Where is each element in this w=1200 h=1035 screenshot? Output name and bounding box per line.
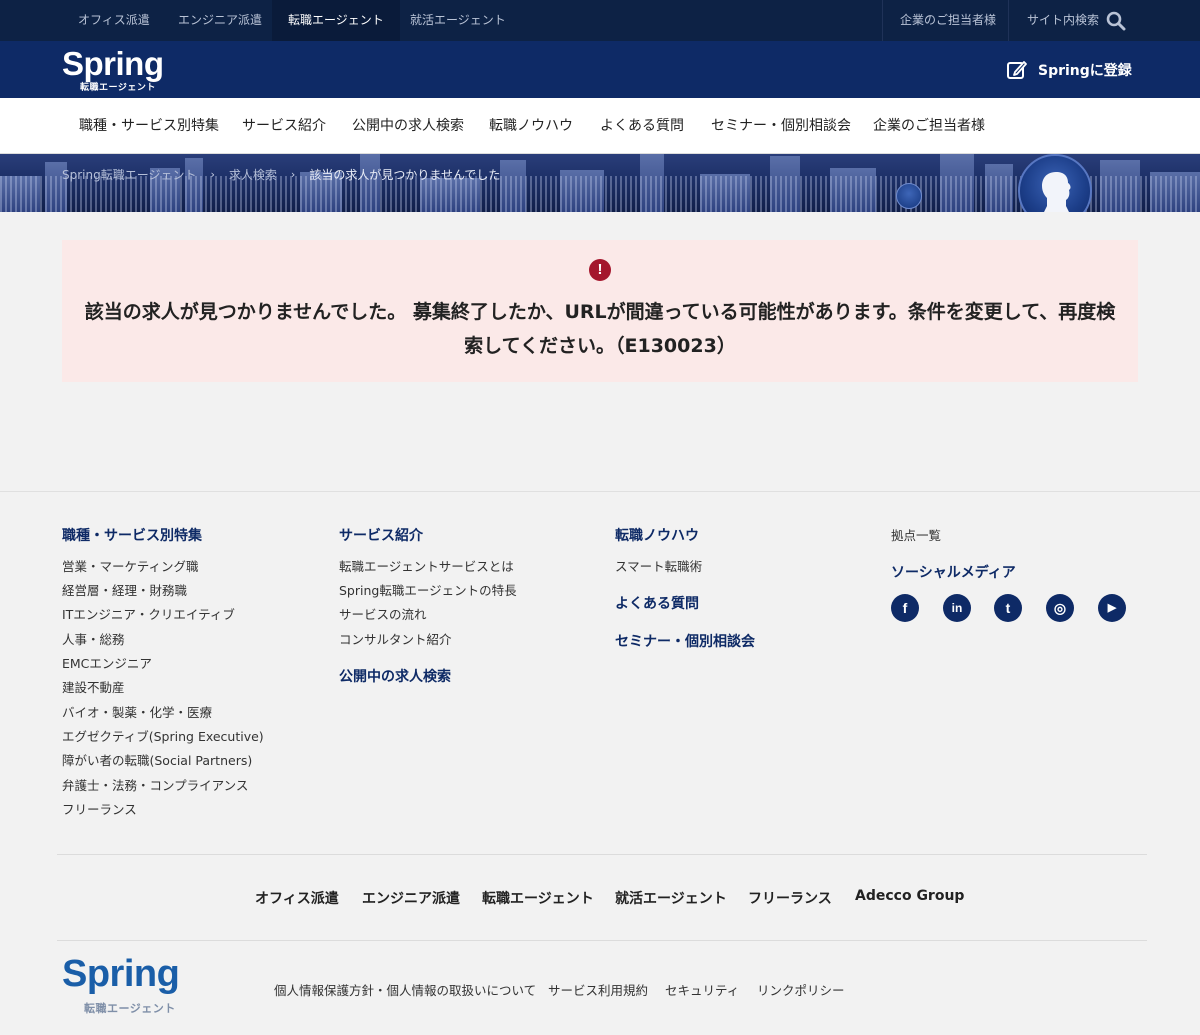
footer-divider — [57, 940, 1147, 941]
chevron-right-icon: › — [290, 168, 296, 181]
search-icon[interactable] — [1106, 11, 1126, 31]
footer-logo-subtitle: 転職エージェント — [84, 1002, 176, 1015]
footer-heading-services[interactable]: サービス紹介 — [339, 525, 423, 545]
footer-link[interactable]: バイオ・製薬・化学・医療 — [62, 702, 212, 721]
twitter-icon[interactable]: t — [994, 594, 1022, 622]
footer-link[interactable]: 営業・マーケティング職 — [62, 556, 199, 575]
register-button[interactable]: Springに登録 — [1006, 59, 1132, 81]
tab-shukatsu-agent[interactable]: 就活エージェント — [394, 0, 522, 41]
head-silhouette-icon — [1042, 172, 1071, 212]
footer-link[interactable]: EMCエンジニア — [62, 653, 152, 672]
footer-link[interactable]: 建設不動産 — [62, 677, 125, 696]
legal-link-terms[interactable]: サービス利用規約 — [548, 980, 648, 999]
breadcrumb: Spring転職エージェント › 求人検索 › 該当の求人が見つかりませんでした — [62, 166, 500, 183]
bottom-nav-tenshoku-agent[interactable]: 転職エージェント — [482, 888, 594, 908]
footer-link[interactable]: Spring転職エージェントの特長 — [339, 580, 517, 599]
breadcrumb-job-search[interactable]: 求人検索 — [229, 166, 277, 183]
person-orb — [1018, 154, 1092, 212]
bottom-nav-freelance[interactable]: フリーランス — [748, 888, 832, 908]
footer-link[interactable]: スマート転職術 — [615, 556, 702, 575]
error-message: 該当の求人が見つかりませんでした。 募集終了したか、URLが間違っている可能性が… — [84, 301, 1116, 357]
register-label: Springに登録 — [1038, 63, 1132, 79]
footer-link[interactable]: 人事・総務 — [62, 629, 125, 648]
breadcrumb-current: 該当の求人が見つかりませんでした — [309, 168, 501, 182]
bottom-nav-engineer-haken[interactable]: エンジニア派遣 — [362, 888, 460, 908]
footer-link[interactable]: サービスの流れ — [339, 604, 427, 623]
topbar-divider — [1008, 0, 1009, 41]
person-orb-small — [896, 183, 922, 209]
footer-heading-faq[interactable]: よくある質問 — [615, 593, 699, 613]
footer-link[interactable]: 転職エージェントサービスとは — [339, 556, 514, 575]
tab-tenshoku-agent[interactable]: 転職エージェント — [272, 0, 400, 41]
logo-text: Spring — [62, 45, 164, 82]
footer-logo-text: Spring — [62, 953, 180, 995]
legal-link-privacy[interactable]: 個人情報保護方針・個人情報の取扱いについて — [274, 980, 536, 999]
tab-office-haken[interactable]: オフィス派遣 — [62, 0, 166, 41]
topbar-divider — [882, 0, 883, 41]
footer-link[interactable]: 経営層・経理・財務職 — [62, 580, 187, 599]
corporate-link[interactable]: 企業のご担当者様 — [884, 0, 1012, 41]
nav-item-knowhow[interactable]: 転職ノウハウ — [489, 98, 573, 154]
nav-item-corporate[interactable]: 企業のご担当者様 — [873, 98, 985, 154]
legal-link-link-policy[interactable]: リンクポリシー — [757, 980, 845, 999]
footer-heading-features[interactable]: 職種・サービス別特集 — [62, 525, 202, 545]
edit-icon — [1007, 61, 1027, 79]
bottom-nav-adecco-group[interactable]: Adecco Group — [855, 888, 964, 904]
exclamation-circle-icon: ! — [589, 259, 611, 281]
site-header: Spring 転職エージェント Springに登録 — [0, 41, 1200, 98]
footer-heading-knowhow[interactable]: 転職ノウハウ — [615, 525, 699, 545]
youtube-icon[interactable]: ▶ — [1098, 594, 1126, 622]
footer-heading-seminar[interactable]: セミナー・個別相談会 — [615, 631, 755, 651]
footer-link[interactable]: ITエンジニア・クリエイティブ — [62, 604, 235, 623]
nav-item-features[interactable]: 職種・サービス別特集 — [79, 98, 219, 154]
bottom-nav-office-haken[interactable]: オフィス派遣 — [255, 888, 339, 908]
nav-item-job-search[interactable]: 公開中の求人検索 — [352, 98, 464, 154]
nav-item-seminar[interactable]: セミナー・個別相談会 — [711, 98, 851, 154]
footer-link-locations[interactable]: 拠点一覧 — [891, 525, 941, 544]
footer-link[interactable]: エグゼクティブ(Spring Executive) — [62, 726, 264, 745]
bottom-nav-shukatsu-agent[interactable]: 就活エージェント — [615, 888, 727, 908]
nav-item-faq[interactable]: よくある質問 — [600, 98, 684, 154]
facebook-icon[interactable]: f — [891, 594, 919, 622]
footer-heading-social: ソーシャルメディア — [891, 565, 1016, 581]
footer-link[interactable]: コンサルタント紹介 — [339, 629, 452, 648]
footer-heading-job-search[interactable]: 公開中の求人検索 — [339, 666, 451, 686]
nav-item-services[interactable]: サービス紹介 — [242, 98, 326, 154]
footer-link[interactable]: フリーランス — [62, 799, 137, 818]
legal-link-security[interactable]: セキュリティ — [665, 980, 739, 999]
footer-divider — [57, 854, 1147, 855]
footer-link[interactable]: 弁護士・法務・コンプライアンス — [62, 775, 248, 794]
footer-link[interactable]: 障がい者の転職(Social Partners) — [62, 750, 252, 769]
chevron-right-icon: › — [210, 168, 215, 181]
hero-banner: Spring転職エージェント › 求人検索 › 該当の求人が見つかりませんでした — [0, 154, 1200, 212]
instagram-icon[interactable]: ◎ — [1046, 594, 1074, 622]
error-alert: ! 該当の求人が見つかりませんでした。 募集終了したか、URLが間違っている可能… — [62, 240, 1138, 382]
site-search-link[interactable]: サイト内検索 — [1011, 0, 1115, 41]
breadcrumb-home[interactable]: Spring転職エージェント — [62, 166, 197, 183]
tab-engineer-haken[interactable]: エンジニア派遣 — [162, 0, 278, 41]
logo-subtitle: 転職エージェント — [80, 83, 156, 93]
global-nav: 職種・サービス別特集 サービス紹介 公開中の求人検索 転職ノウハウ よくある質問… — [0, 98, 1200, 154]
top-utility-bar: オフィス派遣 エンジニア派遣 転職エージェント 就活エージェント 企業のご担当者… — [0, 0, 1200, 41]
footer-divider — [0, 491, 1200, 492]
linkedin-icon[interactable]: in — [943, 594, 971, 622]
